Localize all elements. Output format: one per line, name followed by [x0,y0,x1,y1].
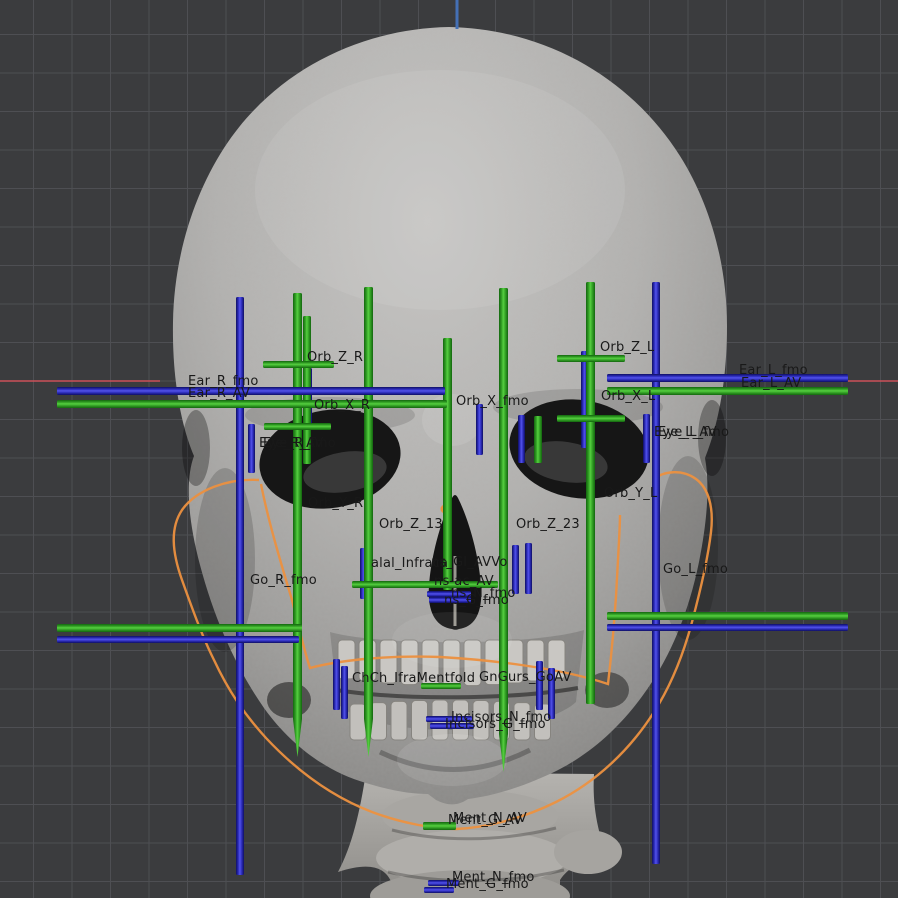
landmark-bar[interactable] [518,415,525,463]
landmark-bar[interactable] [525,543,532,594]
landmark-bar[interactable] [607,612,848,620]
landmark-bar[interactable] [429,597,471,603]
landmark-bar[interactable] [430,723,474,729]
landmark-bar[interactable] [352,581,498,588]
landmark-bar[interactable] [607,624,848,631]
landmark-bar[interactable] [428,880,459,886]
mandible-notch-left [267,682,311,718]
chin-highlight [397,734,507,786]
landmark-bar[interactable] [421,683,461,689]
landmark-bar[interactable] [248,424,255,473]
landmark-bar[interactable] [443,338,452,590]
landmark-bar[interactable] [423,822,456,830]
landmark-bar[interactable] [652,282,660,864]
temporal-shadow-left [182,410,210,486]
landmark-bar[interactable] [548,668,555,719]
landmark-bar[interactable] [499,288,508,772]
landmark-bar[interactable] [57,636,299,643]
landmark-bar[interactable] [341,666,348,719]
landmark-bar[interactable] [57,624,302,632]
3d-viewport[interactable]: Orb_Z_ROrb_Z_LEar_R_fmoEar_R_AVEar_L_fmo… [0,0,898,898]
landmark-bar[interactable] [333,659,340,710]
landmark-bar[interactable] [264,423,331,430]
landmark-bar[interactable] [534,416,542,463]
landmark-bar[interactable] [57,400,447,408]
landmark-bar[interactable] [364,287,373,757]
landmark-bar[interactable] [607,374,848,382]
temporal-shadow-right [698,400,726,476]
landmark-bar[interactable] [557,355,625,362]
landmark-bar[interactable] [236,297,244,875]
landmark-bar[interactable] [424,887,454,893]
landmark-bar[interactable] [607,387,848,395]
landmark-bar[interactable] [263,361,334,368]
landmark-bar[interactable] [512,545,519,594]
landmark-bar[interactable] [557,415,625,422]
landmark-bar[interactable] [426,716,472,722]
maxilla-highlight [392,612,512,668]
landmark-bar[interactable] [476,404,483,455]
landmark-bar[interactable] [586,282,595,704]
landmark-bar[interactable] [643,414,650,463]
forehead-highlight [255,70,625,310]
landmark-bar[interactable] [536,661,543,710]
landmark-bar[interactable] [57,387,445,395]
